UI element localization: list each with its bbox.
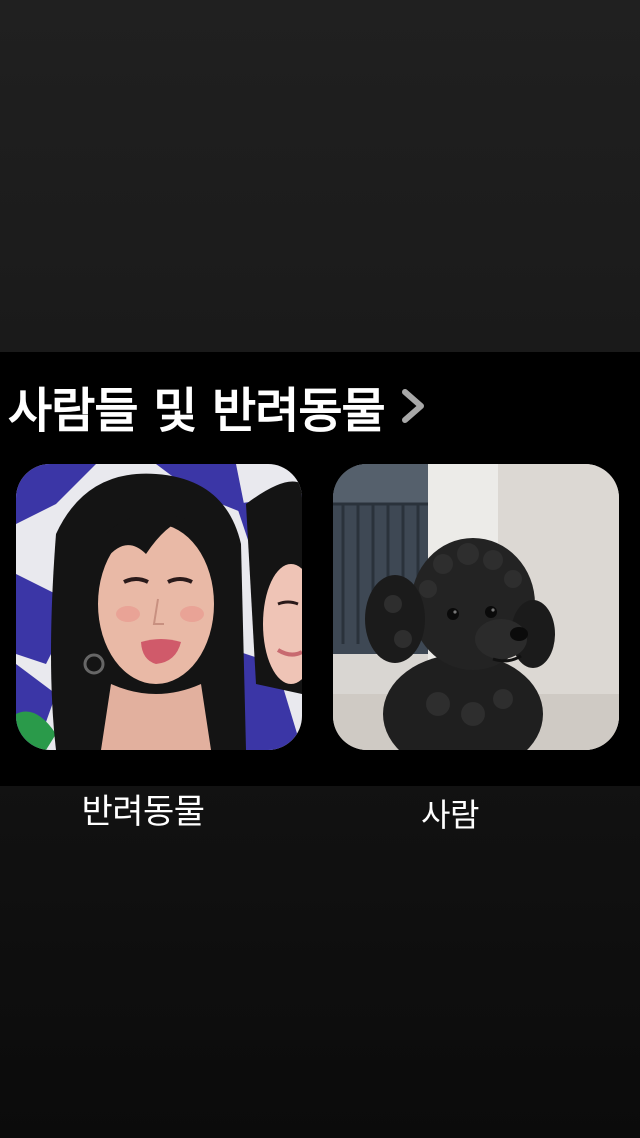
section-title: 사람들 및 반려동물 — [8, 383, 386, 439]
empty-area — [0, 0, 640, 352]
pet-photo — [333, 464, 619, 750]
pets-label: 반려동물 — [81, 792, 205, 832]
chevron-right-icon[interactable] — [399, 384, 429, 428]
screen: 사람들 및 반려동물 반려동물 사람 — [0, 0, 640, 1138]
pet-photo-card[interactable] — [333, 464, 619, 750]
people-label: 사람 — [421, 796, 479, 834]
people-photo-card[interactable] — [16, 464, 302, 750]
people-photo — [16, 464, 302, 750]
section-header[interactable]: 사람들 및 반려동물 — [8, 372, 429, 440]
people-and-pets-section: 사람들 및 반려동물 — [0, 352, 640, 786]
